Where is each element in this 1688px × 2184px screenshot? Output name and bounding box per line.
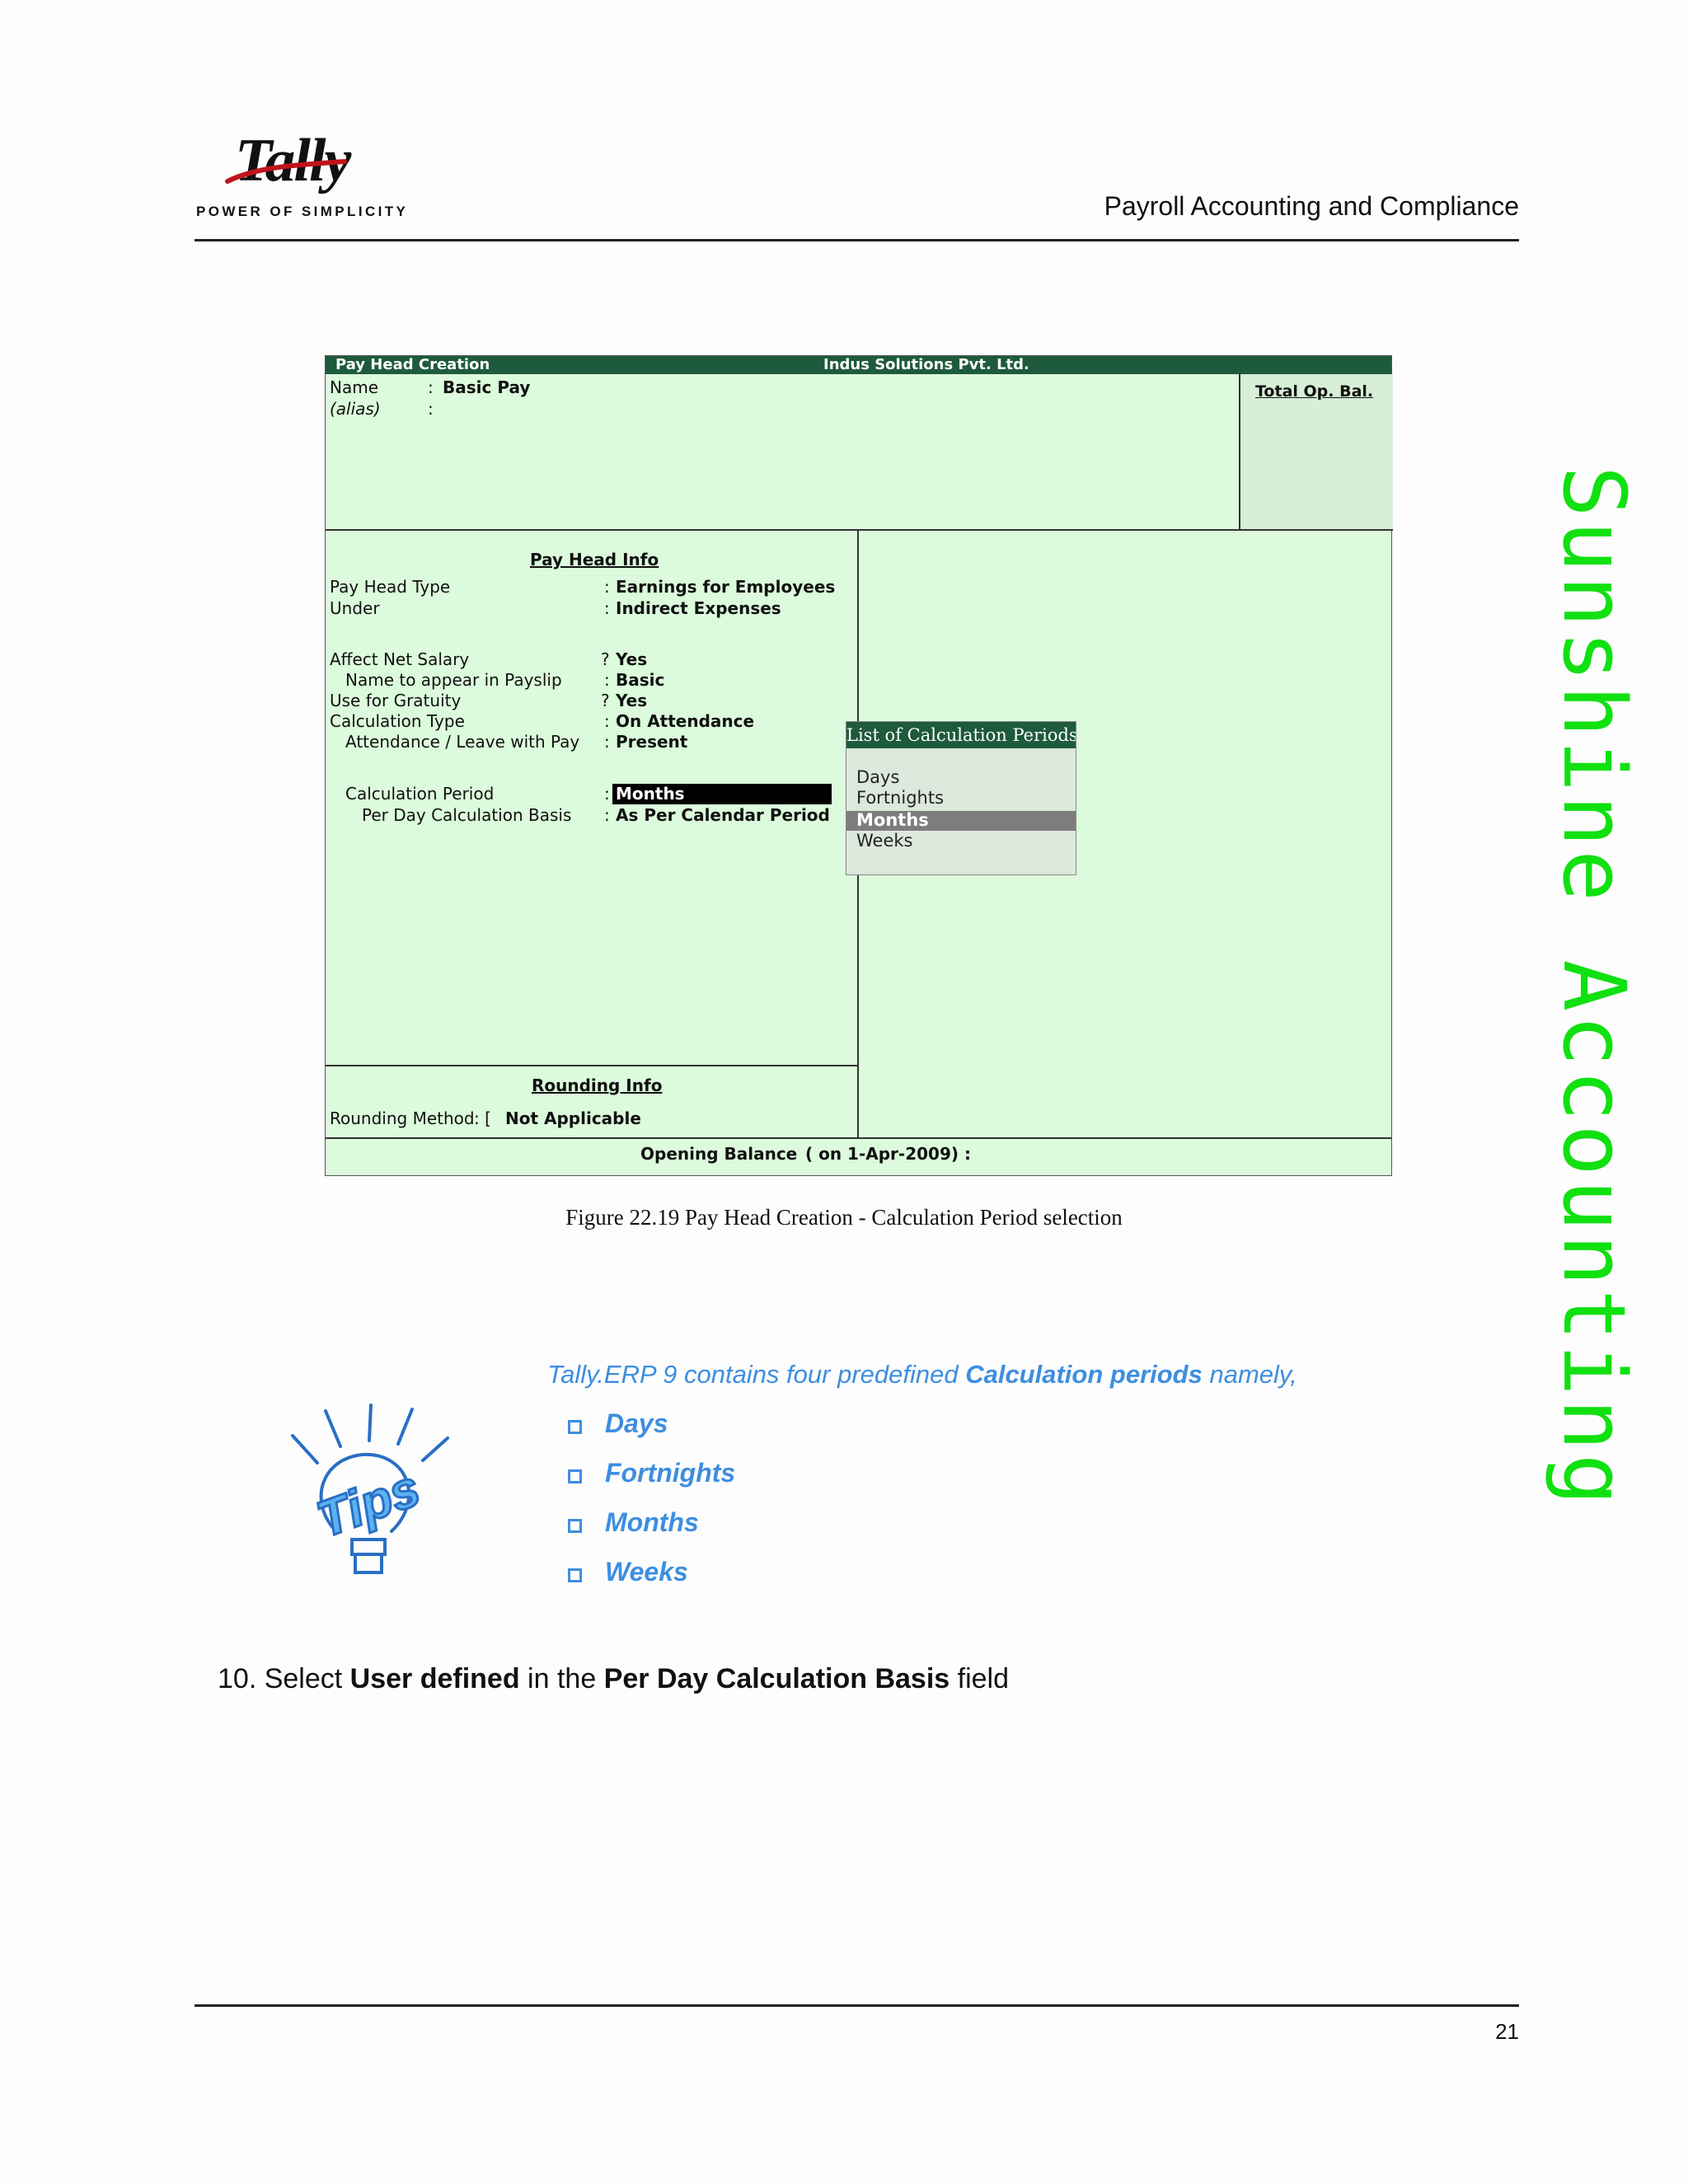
footer-rule xyxy=(195,2004,1519,2007)
tip-bullet-icon xyxy=(568,1469,582,1483)
calculation-period-field[interactable]: Months xyxy=(612,784,832,804)
page-header-title: Payroll Accounting and Compliance xyxy=(1104,191,1519,221)
name-sep: : xyxy=(428,377,434,397)
popup-item-days[interactable]: Days xyxy=(856,767,899,787)
screen-title: Pay Head Creation xyxy=(335,356,490,373)
tips-intro-prefix: Tally.ERP 9 contains four predefined xyxy=(547,1360,966,1389)
opening-balance-label: Opening Balance xyxy=(640,1144,798,1164)
popup-title: List of Calculation Periods xyxy=(846,722,1076,748)
under-label: Under xyxy=(330,598,380,618)
pay-head-creation-screen: Pay Head Creation Indus Solutions Pvt. L… xyxy=(325,355,1393,1176)
under-field[interactable]: Indirect Expenses xyxy=(616,598,781,618)
calculation-period-sep: : xyxy=(604,784,610,804)
gratuity-sep: ? xyxy=(601,691,610,710)
calculation-period-value: Months xyxy=(612,784,688,804)
tip-bullet-icon xyxy=(568,1420,582,1434)
name-field[interactable]: Basic Pay xyxy=(443,377,530,397)
affect-net-salary-field[interactable]: Yes xyxy=(616,649,647,669)
under-sep: : xyxy=(604,598,610,618)
popup-item-months[interactable]: Months xyxy=(856,810,929,830)
step-middle: in the xyxy=(519,1663,604,1694)
step-instruction: 10. Select User defined in the Per Day C… xyxy=(218,1663,1009,1695)
calculation-period-label: Calculation Period xyxy=(345,784,495,804)
calculation-periods-popup: List of Calculation Periods Days Fortnig… xyxy=(846,721,1076,875)
affect-net-salary-label: Affect Net Salary xyxy=(330,649,470,669)
payslip-name-field[interactable]: Basic xyxy=(616,670,664,690)
divider-rounding xyxy=(326,1065,859,1066)
alias-sep: : xyxy=(428,399,434,419)
calculation-type-sep: : xyxy=(604,711,610,731)
screen-title-bar: Pay Head Creation Indus Solutions Pvt. L… xyxy=(326,356,1391,374)
pay-head-type-label: Pay Head Type xyxy=(330,577,451,597)
rounding-info-title: Rounding Info xyxy=(532,1076,663,1095)
pay-head-info-title: Pay Head Info xyxy=(530,550,659,569)
pay-head-type-field[interactable]: Earnings for Employees xyxy=(616,577,835,597)
side-watermark: Sunshine Accounting xyxy=(1544,466,1644,1509)
calculation-type-field[interactable]: On Attendance xyxy=(616,711,754,731)
company-name: Indus Solutions Pvt. Ltd. xyxy=(823,356,1029,373)
logo-tagline: POWER OF SIMPLICITY xyxy=(196,204,409,219)
tip-bullet-icon xyxy=(568,1519,582,1533)
per-day-basis-label: Per Day Calculation Basis xyxy=(362,805,572,825)
tips-intro: Tally.ERP 9 contains four predefined Cal… xyxy=(547,1360,1297,1390)
divider-bottom xyxy=(326,1137,1391,1139)
per-day-basis-field[interactable]: As Per Calendar Period xyxy=(616,805,830,825)
payslip-name-sep: : xyxy=(604,670,610,690)
opening-balance-date[interactable]: ( on 1-Apr-2009) : xyxy=(805,1144,971,1164)
affect-net-salary-sep: ? xyxy=(601,649,610,669)
figure-caption: Figure 22.19 Pay Head Creation - Calcula… xyxy=(565,1205,1123,1230)
total-op-bal-panel: Total Op. Bal. xyxy=(1239,374,1393,531)
tips-intro-suffix: namely, xyxy=(1202,1360,1297,1389)
header-rule xyxy=(195,239,1519,241)
tip-item-fortnights: Fortnights xyxy=(605,1458,736,1488)
step-bold-user-defined: User defined xyxy=(349,1663,520,1694)
name-label: Name xyxy=(330,377,379,397)
rounding-method-label: Rounding Method xyxy=(330,1108,475,1128)
tip-item-days: Days xyxy=(605,1408,668,1438)
rounding-method-sep: : [ xyxy=(474,1108,491,1128)
tip-item-months: Months xyxy=(605,1507,699,1537)
tips-intro-bold: Calculation periods xyxy=(965,1360,1203,1389)
alias-label: (alias) xyxy=(330,399,381,419)
step-prefix: 10. Select xyxy=(218,1663,350,1694)
divider-top xyxy=(326,529,1239,531)
popup-item-weeks[interactable]: Weeks xyxy=(856,831,912,851)
payslip-name-label: Name to appear in Payslip xyxy=(345,670,562,690)
step-suffix: field xyxy=(950,1663,1010,1694)
logo-swoosh-icon xyxy=(225,159,347,184)
tip-bullet-icon xyxy=(568,1568,582,1582)
total-op-bal-label: Total Op. Bal. xyxy=(1255,382,1374,401)
popup-item-fortnights[interactable]: Fortnights xyxy=(856,788,944,808)
page-number: 21 xyxy=(1495,2019,1519,2044)
step-bold-field: Per Day Calculation Basis xyxy=(603,1663,950,1694)
gratuity-label: Use for Gratuity xyxy=(330,691,462,710)
calculation-type-label: Calculation Type xyxy=(330,711,465,731)
pay-head-type-sep: : xyxy=(604,577,610,597)
tips-bulb-icon: Tips xyxy=(291,1404,449,1574)
gratuity-field[interactable]: Yes xyxy=(616,691,647,710)
attendance-sep: : xyxy=(604,732,610,752)
per-day-basis-sep: : xyxy=(604,805,610,825)
tip-item-weeks: Weeks xyxy=(605,1557,688,1586)
attendance-field[interactable]: Present xyxy=(616,732,687,752)
rounding-method-field[interactable]: Not Applicable xyxy=(505,1108,641,1128)
attendance-label: Attendance / Leave with Pay xyxy=(345,732,580,752)
